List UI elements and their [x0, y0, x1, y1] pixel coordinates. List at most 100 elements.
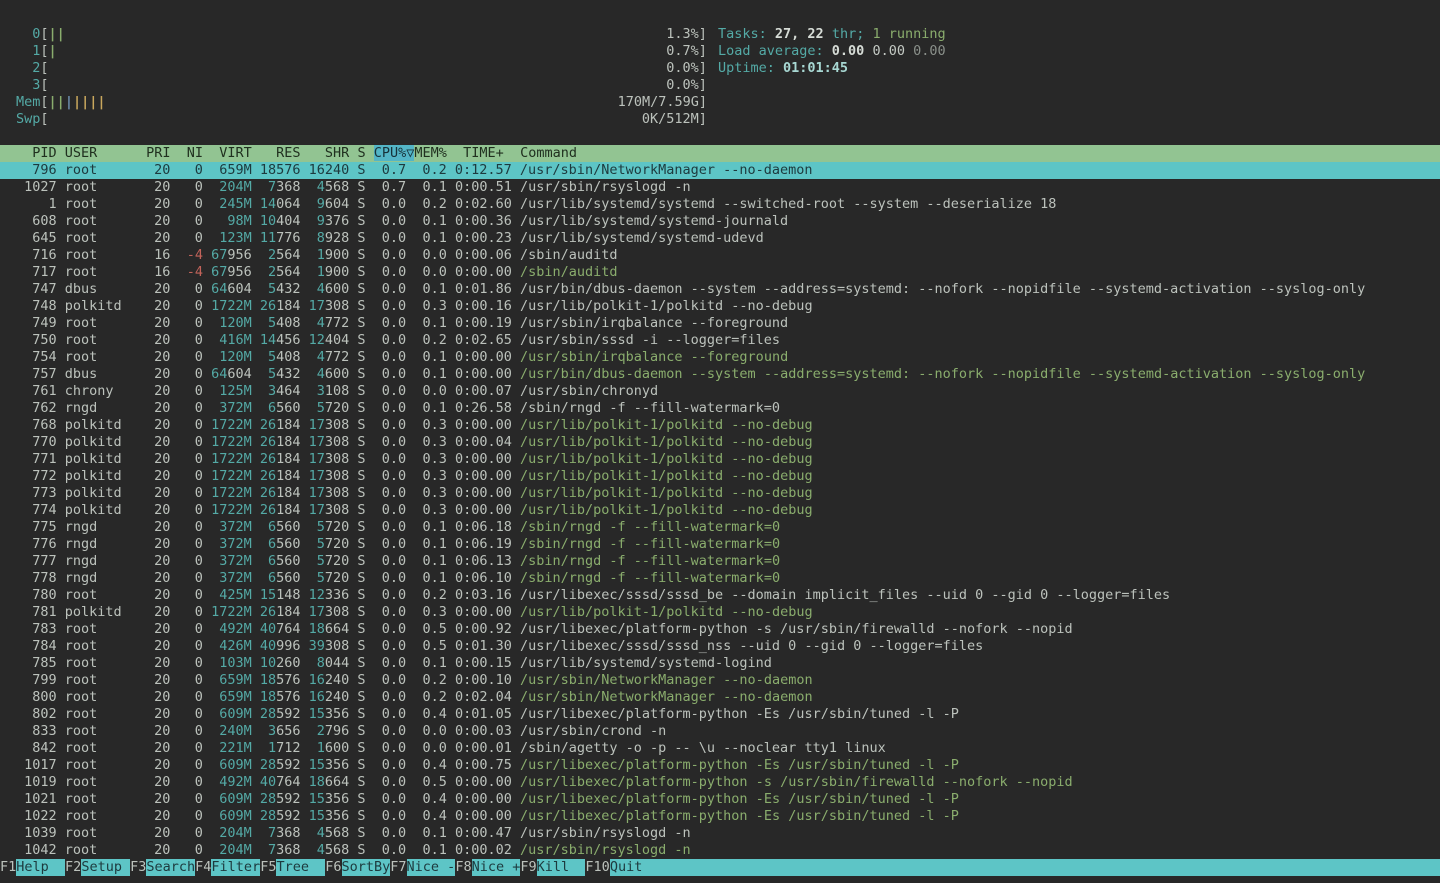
meter-cpu-2: 2[ 0.0%]	[16, 60, 707, 77]
process-row-784[interactable]: 784 root 20 0 426M 40996 39308 S 0.0 0.5…	[0, 638, 1440, 655]
meter-bar-green: |	[49, 94, 57, 110]
process-row-771[interactable]: 771 polkitd 20 0 1722M 26184 17308 S 0.0…	[0, 451, 1440, 468]
process-row-645[interactable]: 645 root 20 0 123M 11776 8928 S 0.0 0.1 …	[0, 230, 1440, 247]
process-row-773[interactable]: 773 polkitd 20 0 1722M 26184 17308 S 0.0…	[0, 485, 1440, 502]
process-row-762[interactable]: 762 rngd 20 0 372M 6560 5720 S 0.0 0.1 0…	[0, 400, 1440, 417]
meter-memory-label: Mem	[16, 94, 40, 110]
meter-swap-value: 0K/512M]	[642, 111, 707, 127]
process-row-776[interactable]: 776 rngd 20 0 372M 6560 5720 S 0.0 0.1 0…	[0, 536, 1440, 553]
process-row-1017[interactable]: 1017 root 20 0 609M 28592 15356 S 0.0 0.…	[0, 757, 1440, 774]
summary-panel: Tasks: 27, 22 thr; 1 running Load averag…	[718, 26, 946, 77]
meter-bar-green: |	[57, 94, 65, 110]
meter-cpu-0-label: 0	[16, 26, 40, 42]
process-row-774[interactable]: 774 polkitd 20 0 1722M 26184 17308 S 0.0…	[0, 502, 1440, 519]
column-header-pri[interactable]: PRI	[138, 145, 171, 161]
process-row-775[interactable]: 775 rngd 20 0 372M 6560 5720 S 0.0 0.1 0…	[0, 519, 1440, 536]
column-header-shr[interactable]: SHR	[301, 145, 350, 161]
fkey-f6-label[interactable]: SortBy	[342, 859, 391, 876]
process-row-780[interactable]: 780 root 20 0 425M 15148 12336 S 0.0 0.2…	[0, 587, 1440, 604]
column-header-command[interactable]: Command	[520, 145, 577, 161]
process-row-1[interactable]: 1 root 20 0 245M 14064 9604 S 0.0 0.2 0:…	[0, 196, 1440, 213]
tasks-running: 1 running	[872, 26, 945, 42]
meter-bar-green: |	[49, 26, 57, 42]
process-row-757[interactable]: 757 dbus 20 0 64604 5432 4600 S 0.0 0.1 …	[0, 366, 1440, 383]
column-header-pid[interactable]: PID	[16, 145, 57, 161]
meter-cpu-0: 0[|| 1.3%]	[16, 26, 707, 43]
process-row-777[interactable]: 777 rngd 20 0 372M 6560 5720 S 0.0 0.1 0…	[0, 553, 1440, 570]
process-row-785[interactable]: 785 root 20 0 103M 10260 8044 S 0.0 0.1 …	[0, 655, 1440, 672]
column-header-res[interactable]: RES	[252, 145, 301, 161]
load-15min: 0.00	[913, 43, 946, 59]
fkey-f5-label[interactable]: Tree	[276, 859, 325, 876]
process-row-781[interactable]: 781 polkitd 20 0 1722M 26184 17308 S 0.0…	[0, 604, 1440, 621]
column-header-mem[interactable]: MEM%	[414, 145, 447, 161]
process-row-772[interactable]: 772 polkitd 20 0 1722M 26184 17308 S 0.0…	[0, 468, 1440, 485]
fkey-f4[interactable]: F4	[195, 859, 211, 876]
column-header-user[interactable]: USER	[65, 145, 138, 161]
fkey-f2[interactable]: F2	[65, 859, 81, 876]
fkey-f7-label[interactable]: Nice -	[407, 859, 456, 876]
process-row-754[interactable]: 754 root 20 0 120M 5408 4772 S 0.0 0.1 0…	[0, 349, 1440, 366]
meter-bar-yellow: |	[81, 94, 89, 110]
column-header-time[interactable]: TIME+	[447, 145, 504, 161]
fkey-f8[interactable]: F8	[455, 859, 471, 876]
meter-bar-green: |	[57, 26, 65, 42]
fkey-f8-label[interactable]: Nice +	[472, 859, 521, 876]
fkey-f3-label[interactable]: Search	[146, 859, 195, 876]
fkey-f3[interactable]: F3	[130, 859, 146, 876]
meter-cpu-2-label: 2	[16, 60, 40, 76]
fkey-f1-label[interactable]: Help	[16, 859, 65, 876]
process-row-778[interactable]: 778 rngd 20 0 372M 6560 5720 S 0.0 0.1 0…	[0, 570, 1440, 587]
process-row-799[interactable]: 799 root 20 0 659M 18576 16240 S 0.0 0.2…	[0, 672, 1440, 689]
fkey-f1[interactable]: F1	[0, 859, 16, 876]
process-row-796[interactable]: 796 root 20 0 659M 18576 16240 S 0.7 0.2…	[0, 162, 1440, 179]
fkey-f2-label[interactable]: Setup	[81, 859, 130, 876]
fkey-f4-label[interactable]: Filter	[211, 859, 260, 876]
fkey-f9[interactable]: F9	[520, 859, 536, 876]
process-row-1042[interactable]: 1042 root 20 0 204M 7368 4568 S 0.0 0.1 …	[0, 842, 1440, 859]
load-1min: 0.00	[832, 43, 873, 59]
process-row-750[interactable]: 750 root 20 0 416M 14456 12404 S 0.0 0.2…	[0, 332, 1440, 349]
column-header-virt[interactable]: VIRT	[203, 145, 252, 161]
process-row-1027[interactable]: 1027 root 20 0 204M 7368 4568 S 0.7 0.1 …	[0, 179, 1440, 196]
process-row-802[interactable]: 802 root 20 0 609M 28592 15356 S 0.0 0.4…	[0, 706, 1440, 723]
process-row-833[interactable]: 833 root 20 0 240M 3656 2796 S 0.0 0.0 0…	[0, 723, 1440, 740]
meter-memory-value: 170M/7.59G]	[618, 94, 707, 110]
process-row-1021[interactable]: 1021 root 20 0 609M 28592 15356 S 0.0 0.…	[0, 791, 1440, 808]
load-5min: 0.00	[872, 43, 913, 59]
column-header-ni[interactable]: NI	[170, 145, 203, 161]
process-row-1019[interactable]: 1019 root 20 0 492M 40764 18664 S 0.0 0.…	[0, 774, 1440, 791]
process-row-749[interactable]: 749 root 20 0 120M 5408 4772 S 0.0 0.1 0…	[0, 315, 1440, 332]
process-row-770[interactable]: 770 polkitd 20 0 1722M 26184 17308 S 0.0…	[0, 434, 1440, 451]
fkey-f5[interactable]: F5	[260, 859, 276, 876]
fkey-f6[interactable]: F6	[325, 859, 341, 876]
process-row-608[interactable]: 608 root 20 0 98M 10404 9376 S 0.0 0.1 0…	[0, 213, 1440, 230]
fkey-f10-label[interactable]: Quit	[610, 859, 1440, 876]
process-row-783[interactable]: 783 root 20 0 492M 40764 18664 S 0.0 0.5…	[0, 621, 1440, 638]
meter-bar-green: |	[49, 43, 57, 59]
process-row-716[interactable]: 716 root 16 -4 67956 2564 1900 S 0.0 0.0…	[0, 247, 1440, 264]
process-row-761[interactable]: 761 chrony 20 0 125M 3464 3108 S 0.0 0.0…	[0, 383, 1440, 400]
uptime-value: 01:01:45	[783, 60, 848, 76]
meter-cpu-1: 1[| 0.7%]	[16, 43, 707, 60]
process-row-768[interactable]: 768 polkitd 20 0 1722M 26184 17308 S 0.0…	[0, 417, 1440, 434]
column-header-cpu-sorted[interactable]: CPU%▽	[374, 145, 415, 161]
fkey-f7[interactable]: F7	[390, 859, 406, 876]
fkey-f10[interactable]: F10	[585, 859, 609, 876]
meter-swap-label: Swp	[16, 111, 40, 127]
meter-cpu-1-label: 1	[16, 43, 40, 59]
uptime-line: Uptime: 01:01:45	[718, 60, 946, 77]
fkey-f9-label[interactable]: Kill	[537, 859, 586, 876]
column-header-state[interactable]: S	[357, 145, 365, 161]
process-row-748[interactable]: 748 polkitd 20 0 1722M 26184 17308 S 0.0…	[0, 298, 1440, 315]
process-row-747[interactable]: 747 dbus 20 0 64604 5432 4600 S 0.0 0.1 …	[0, 281, 1440, 298]
meter-cpu-2-value: 0.0%]	[666, 60, 707, 76]
process-row-717[interactable]: 717 root 16 -4 67956 2564 1900 S 0.0 0.0…	[0, 264, 1440, 281]
meter-cpu-0-value: 1.3%]	[666, 26, 707, 42]
process-row-1022[interactable]: 1022 root 20 0 609M 28592 15356 S 0.0 0.…	[0, 808, 1440, 825]
table-header-row: PID USER PRI NI VIRT RES SHR S CPU%▽MEM%…	[0, 145, 1440, 162]
process-row-1039[interactable]: 1039 root 20 0 204M 7368 4568 S 0.0 0.1 …	[0, 825, 1440, 842]
process-row-842[interactable]: 842 root 20 0 221M 1712 1600 S 0.0 0.0 0…	[0, 740, 1440, 757]
process-row-800[interactable]: 800 root 20 0 659M 18576 16240 S 0.0 0.2…	[0, 689, 1440, 706]
cpu-memory-meters: 0[|| 1.3%] 1[| 0.7%] 2[	[16, 26, 707, 128]
